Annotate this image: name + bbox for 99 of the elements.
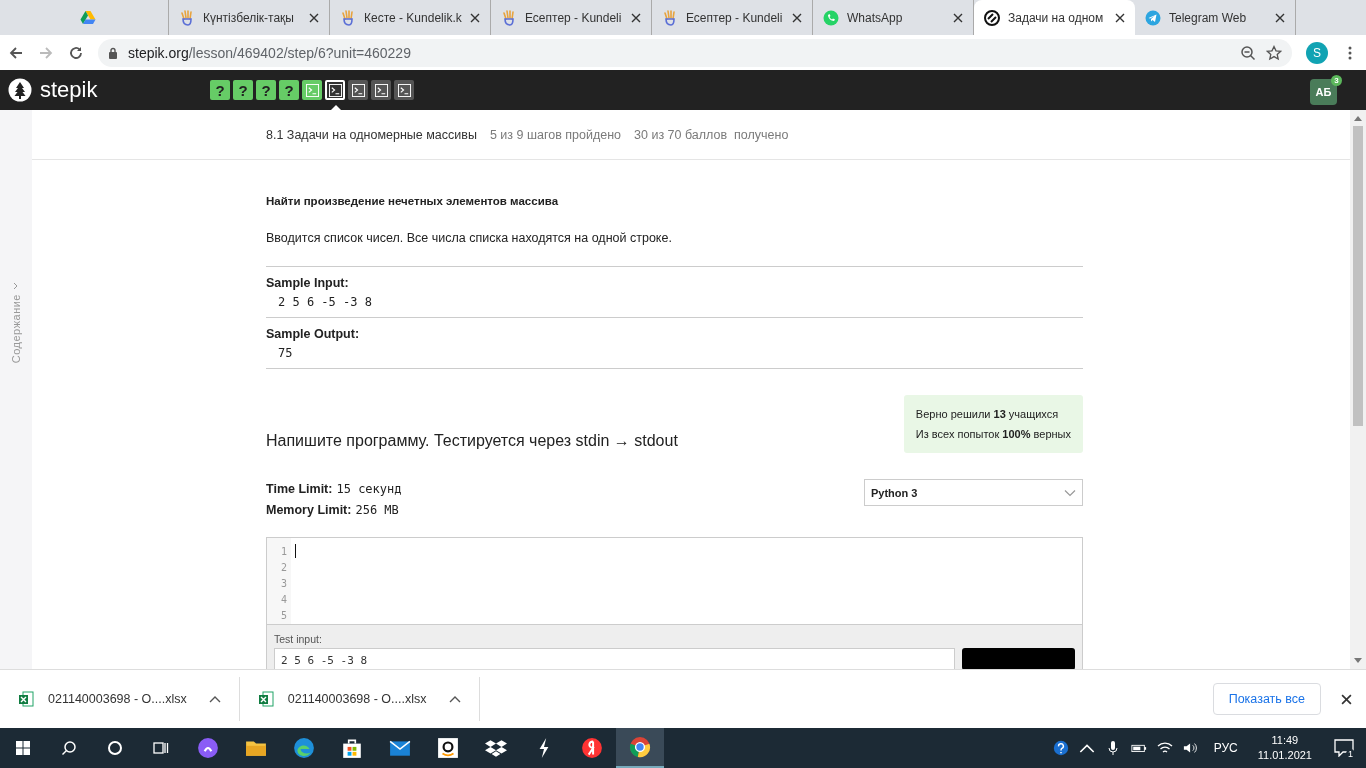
problem-title: Найти произведение нечетных элементов массива (266, 195, 560, 207)
problem-description: Вводится список чисел. Все числа списка находятся на одной строке. (266, 231, 1083, 267)
chat-icon (823, 9, 839, 26)
browser-icon (293, 737, 315, 759)
reload-icon[interactable] (68, 44, 84, 61)
test-input-label: Test input: (274, 633, 323, 645)
lesson-title: 8.1 Задачи на одномерные массивы (266, 127, 477, 142)
tab-title: Telegram Web (1169, 10, 1247, 25)
steps-count-text: 5 из 9 шагов пройдено (489, 127, 622, 142)
hand-icon (501, 9, 517, 26)
download-name[interactable]: 021140003698 - O....xlsx (287, 692, 427, 706)
step-button[interactable]: ? (256, 80, 276, 100)
text-cursor (295, 544, 296, 558)
tab-title: Есептер - Kundeli (686, 10, 783, 25)
address-field[interactable]: stepik.org/lesson/469402/step/6?unit=460229 (98, 38, 1292, 67)
test-input-field[interactable]: 2 5 6 -5 -3 8 (274, 648, 955, 669)
tab-title: Күнтізбелік-тақы (203, 10, 294, 25)
boxes-icon (485, 737, 507, 759)
hand-icon (179, 9, 195, 26)
language-dropdown[interactable]: Python 3 (864, 479, 1083, 506)
tab-title: Кесте - Kundelik.k (364, 10, 462, 25)
scrollbar-thumb[interactable] (1353, 126, 1363, 426)
tab-title: Есептер - Kundeli (525, 10, 622, 25)
drive-icon (80, 9, 96, 26)
browser-icon (629, 736, 651, 758)
clock[interactable]: 11:49 11.01.2021 (1257, 733, 1312, 763)
back-icon[interactable] (8, 44, 24, 61)
close-icon[interactable] (792, 12, 802, 23)
score-text: 30 из 70 баллов получено (634, 127, 789, 142)
store-icon (341, 737, 363, 759)
download-name[interactable]: 021140003698 - O....xlsx (48, 692, 187, 706)
terminal-icon (328, 83, 342, 97)
scroll-down-icon[interactable] (1354, 658, 1362, 664)
close-icon[interactable] (309, 12, 319, 23)
sample-value: 2 5 6 -5 -3 8 (278, 295, 373, 309)
limit-label: Time Limit: (266, 482, 333, 496)
line-number: 2 (280, 561, 287, 575)
spreadsheet-icon (257, 691, 274, 707)
help-icon[interactable] (1052, 740, 1069, 756)
zoom-out-icon[interactable] (1240, 44, 1256, 61)
url-text: stepik.org/lesson/469402/step/6?unit=460229 (128, 44, 411, 61)
close-icon[interactable] (470, 12, 480, 23)
spreadsheet-icon (18, 691, 34, 707)
step-button[interactable] (371, 80, 391, 100)
hand-icon (662, 9, 678, 26)
step-button[interactable] (394, 80, 414, 100)
lock-icon (108, 46, 118, 59)
chevron-icon (1064, 488, 1076, 497)
scroll-up-icon[interactable] (1354, 115, 1362, 121)
task-heading: Напишите программу. Тестируется через stdin → stdout (266, 432, 678, 451)
close-icon[interactable] (953, 12, 963, 23)
hand-icon (340, 9, 356, 26)
step-button[interactable]: ? (279, 80, 299, 100)
sample-label: Sample Input: (266, 276, 350, 290)
limit-value: 15 секунд (336, 482, 402, 496)
chevron-up-icon[interactable] (448, 695, 461, 703)
close-icon[interactable] (1115, 12, 1125, 23)
taskbar-app[interactable] (616, 728, 664, 768)
logo-text[interactable]: stepik (40, 77, 210, 103)
show-all-button[interactable]: Показать все (1212, 683, 1321, 715)
chevron-icon[interactable] (12, 282, 20, 290)
assistant-icon (197, 737, 219, 759)
tree-logo-icon[interactable] (8, 78, 32, 102)
line-number: 3 (280, 577, 287, 591)
browser-tab[interactable]: Задачи на одном (974, 0, 1135, 35)
chevron-up-icon[interactable] (208, 695, 221, 703)
limit-value: 256 MB (355, 503, 399, 517)
terminal-icon (351, 83, 365, 97)
limit-label: Memory Limit: (266, 503, 352, 517)
notification-badge: 3 (1331, 75, 1342, 86)
windows-start-icon[interactable] (15, 740, 31, 756)
notification-count: 1 (1346, 749, 1355, 759)
chat-bubble-icon (1334, 739, 1354, 757)
search-icon[interactable] (61, 740, 77, 756)
task-view-icon[interactable] (153, 740, 169, 756)
language-indicator[interactable]: РУС (1213, 741, 1238, 755)
close-icon[interactable] (1341, 693, 1352, 705)
paper-plane-icon (1145, 9, 1161, 26)
pointer-icon (330, 105, 342, 111)
star-icon[interactable] (1266, 44, 1282, 61)
step-button[interactable]: ? (210, 80, 230, 100)
sample-value: 75 (278, 346, 294, 360)
stats-text: Из всех попыток 100% верных (915, 428, 1071, 440)
terminal-icon (374, 83, 388, 97)
close-icon[interactable] (631, 12, 641, 23)
line-number: 4 (280, 593, 287, 607)
terminal-icon (305, 83, 319, 97)
line-number: 5 (280, 609, 287, 623)
step-button[interactable] (348, 80, 368, 100)
line-number: 1 (280, 545, 287, 559)
tab-title: WhatsApp (847, 10, 903, 25)
sample-label: Sample Output: (266, 327, 361, 341)
terminal-icon (397, 83, 411, 97)
stats-text: Верно решили 13 учащихся (915, 408, 1059, 420)
notification-center-button[interactable]: 1 (1322, 728, 1366, 768)
cortana-icon[interactable] (107, 740, 123, 756)
tab-title: Задачи на одном (1008, 10, 1104, 25)
step-button[interactable]: ? (233, 80, 253, 100)
close-icon[interactable] (1275, 12, 1285, 23)
